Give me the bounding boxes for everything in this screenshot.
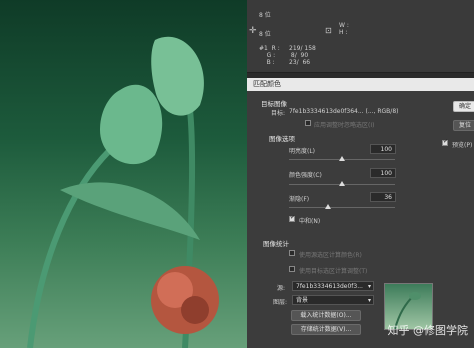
save-stats-button[interactable]: 存储统计数据(V)... xyxy=(291,324,361,335)
load-stats-button[interactable]: 载入统计数据(O)... xyxy=(291,310,361,321)
dialog-title: 匹配颜色 xyxy=(253,80,281,88)
ok-button[interactable]: 确定 xyxy=(453,101,474,112)
use-source-selection-label: 使用源选区计算颜色(R) xyxy=(299,252,362,259)
document-canvas[interactable] xyxy=(0,0,247,348)
source-select[interactable]: 7fe1b3334613de0f3... xyxy=(292,281,374,291)
neutralize-label: 中和(N) xyxy=(299,218,321,225)
ignore-selection-checkbox[interactable] xyxy=(305,120,311,126)
layer-label: 图层: xyxy=(273,299,288,306)
selection-size-icon: ⊡ xyxy=(325,26,332,35)
fade-slider[interactable] xyxy=(289,207,395,208)
image-options-header: 图像选项 xyxy=(269,135,295,143)
color-intensity-slider-thumb[interactable] xyxy=(339,181,345,186)
color-intensity-input[interactable]: 100 xyxy=(370,168,396,178)
luminance-slider-thumb[interactable] xyxy=(339,156,345,161)
image-stats-header: 图像统计 xyxy=(263,240,289,248)
luminance-label: 明亮度(L) xyxy=(289,148,316,155)
neutralize-checkbox[interactable] xyxy=(289,214,295,222)
luminance-input[interactable]: 100 xyxy=(370,144,396,154)
use-target-selection-checkbox[interactable] xyxy=(289,266,295,272)
source-label: 源: xyxy=(277,285,286,292)
reset-button[interactable]: 复位 xyxy=(453,120,474,131)
rgb-labels: #1 R : G : B : xyxy=(259,45,280,66)
use-source-selection-checkbox[interactable] xyxy=(289,250,295,256)
bit-depth-2: 8 位 xyxy=(259,31,271,38)
preview-checkbox[interactable] xyxy=(442,138,448,146)
wh-labels: W : H : xyxy=(339,22,349,36)
target-label: 目标: xyxy=(271,110,286,117)
watermark: 知乎 @修图学院 xyxy=(387,324,469,337)
ignore-selection-label: 应用调整时忽略选区(I) xyxy=(314,122,375,129)
rgb-values: 219/ 158 8/ 90 23/ 66 xyxy=(289,45,316,66)
layer-select[interactable]: 背景 xyxy=(292,295,374,305)
bit-depth-1: 8 位 xyxy=(259,12,271,19)
tulip-photo xyxy=(27,36,219,348)
fade-label: 渐隐(F) xyxy=(289,196,310,203)
crosshair-icon: ✛ xyxy=(249,26,257,36)
preview-label: 预览(P) xyxy=(452,142,473,149)
fade-slider-thumb[interactable] xyxy=(325,204,331,209)
match-color-dialog: 匹配颜色 目标图像 目标: 7fe1b3334613de0f364... (..… xyxy=(247,78,474,348)
dialog-title-bar: 匹配颜色 xyxy=(247,78,474,91)
target-value: 7fe1b3334613de0f364... (..., RGB/8) xyxy=(289,108,399,115)
fade-input[interactable]: 36 xyxy=(370,192,396,202)
info-panel: 8 位 8 位 #1 R : G : B : 219/ 158 8/ 90 23… xyxy=(247,0,474,73)
color-intensity-label: 颜色强度(C) xyxy=(289,172,322,179)
use-target-selection-label: 使用目标选区计算调整(T) xyxy=(299,268,368,275)
target-header: 目标图像 xyxy=(261,100,287,108)
